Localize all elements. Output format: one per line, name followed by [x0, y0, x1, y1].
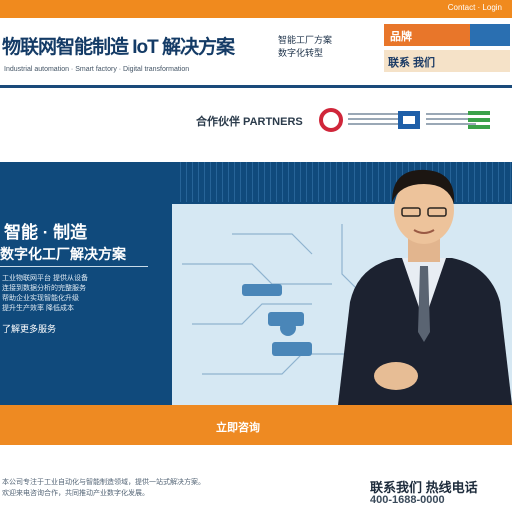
brand-badge[interactable]: 品牌 [384, 24, 510, 46]
hero-body: 工业物联网平台 提供从设备 连接到数据分析的完整服务 帮助企业实现智能化升级 提… [2, 275, 88, 312]
brand-badge-label: 品牌 [390, 31, 412, 43]
footer-subheading[interactable]: 400-1688-0000 [370, 494, 445, 506]
partner-row: 合作伙伴 PARTNERS [0, 91, 512, 159]
partner-logo-red-icon [319, 108, 343, 132]
top-strip: Contact · Login [0, 0, 512, 18]
site-header: 物联网智能制造 IoT 解决方案 Industrial automation ·… [0, 18, 512, 88]
contact-badge-label: 联系 我们 [388, 57, 436, 69]
footer: 本公司专注于工业自动化与智能制造领域，提供一站式解决方案。 欢迎来电咨询合作，共… [0, 445, 512, 512]
cta-bar: 立即咨询 [0, 405, 512, 445]
consult-button[interactable]: 立即咨询 [216, 419, 260, 435]
contact-badge[interactable]: 联系 我们 [384, 50, 510, 72]
site-title[interactable]: 物联网智能制造 IoT 解决方案 [2, 32, 235, 59]
partner-logo-blue-icon [398, 111, 420, 129]
hero-divider [0, 266, 148, 267]
top-links[interactable]: Contact · Login [448, 3, 502, 12]
hero-headline: 智能 · 制造 [4, 223, 88, 242]
hero-caption[interactable]: 了解更多服务 [2, 322, 56, 335]
presenter-photo [338, 169, 512, 405]
hero-subheadline: 数字化工厂解决方案 [0, 246, 126, 262]
partner-label: 合作伙伴 PARTNERS [196, 116, 303, 128]
footer-text: 本公司专注于工业自动化与智能制造领域，提供一站式解决方案。 欢迎来电咨询合作，共… [2, 479, 205, 497]
brand-badge-accent [470, 24, 510, 46]
site-subtitle: Industrial automation · Smart factory · … [4, 66, 190, 73]
header-side-text: 智能工厂方案 数字化转型 [278, 35, 333, 58]
partner-logo-green-icon [468, 111, 490, 129]
